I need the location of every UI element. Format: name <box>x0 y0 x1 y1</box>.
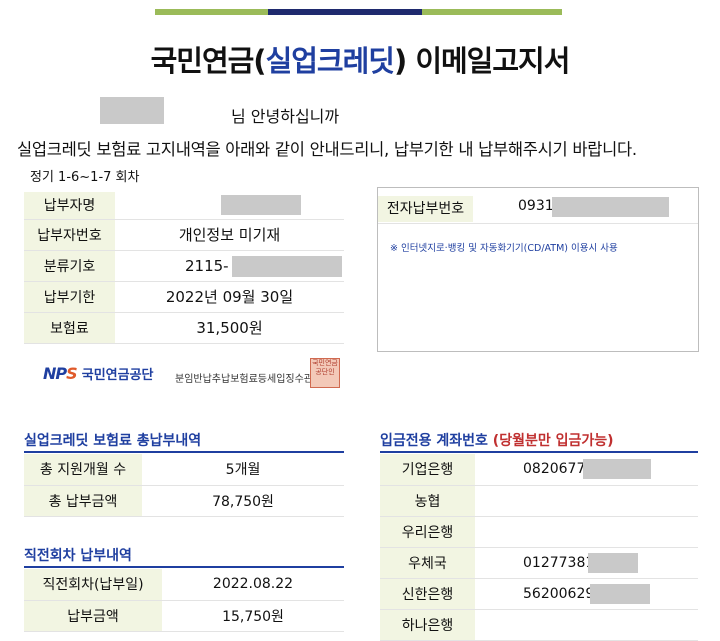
bank-name: 우체국 <box>380 547 475 579</box>
page-title: 국민연금(실업크레딧) 이메일고지서 <box>0 38 720 80</box>
previous-value: 15,750원 <box>162 600 344 632</box>
billing-label: 보험료 <box>24 312 115 344</box>
account-number <box>475 516 698 548</box>
redacted-account <box>588 552 638 573</box>
table-row: 보험료 31,500원 <box>24 312 344 344</box>
epay-box: 전자납부번호 0931 ※ 인터넷지로·뱅킹 및 자동화기기(CD/ATM) 이… <box>377 187 699 352</box>
billing-value: 2022년 09월 30일 <box>115 281 344 313</box>
table-row: 총 납부금액 78,750원 <box>24 485 344 517</box>
epay-value: 0931 <box>518 198 554 214</box>
billing-value: 2115- <box>185 256 229 275</box>
bank-name: 신한은행 <box>380 578 475 610</box>
table-row: 하나은행 <box>380 609 698 641</box>
table-row: 납부기한 2022년 09월 30일 <box>24 281 344 313</box>
previous-underline <box>24 566 344 568</box>
table-row: 기업은행 0820677 <box>380 454 698 486</box>
redacted-category-code <box>232 255 342 277</box>
billing-label: 분류기호 <box>24 250 115 282</box>
account-number: 01277381 <box>523 554 595 571</box>
collector-title: 분임반납추납보험료등세입징수관 <box>175 374 313 385</box>
account-number <box>475 609 698 641</box>
billing-value: 개인정보 미기재 <box>115 219 344 251</box>
billing-value: 31,500원 <box>115 312 344 344</box>
top-bar-navy <box>268 9 422 15</box>
table-row: 신한은행 56200629 <box>380 578 698 610</box>
total-label: 총 지원개월 수 <box>24 454 142 486</box>
billing-label: 납부자명 <box>24 192 115 220</box>
intro-text: 실업크레딧 보험료 고지내역을 아래와 같이 안내드리니, 납부기한 내 납부해… <box>17 140 637 159</box>
title-prefix: 국민연금( <box>150 44 267 78</box>
billing-label: 납부기한 <box>24 281 115 313</box>
bank-name: 우리은행 <box>380 516 475 548</box>
logo-letter-s: S <box>66 364 77 383</box>
epay-note: ※ 인터넷지로·뱅킹 및 자동화기기(CD/ATM) 이용시 사용 <box>390 243 618 254</box>
bank-name: 농협 <box>380 485 475 517</box>
deposit-title-note: (당월분만 입금가능) <box>492 433 614 449</box>
previous-label: 납부금액 <box>24 600 162 632</box>
total-label: 총 납부금액 <box>24 485 142 517</box>
greeting: 님 안녕하십니까 <box>231 107 340 126</box>
deposit-title-main: 입금전용 계좌번호 <box>380 433 493 449</box>
total-value: 5개월 <box>142 454 344 486</box>
redacted-payer-name <box>221 195 301 215</box>
billing-table: 납부자명 납부자번호 개인정보 미기재 분류기호 2115- 납부기한 2022… <box>24 192 344 344</box>
billing-label: 납부자번호 <box>24 219 115 251</box>
top-bar-green-right <box>422 9 562 15</box>
title-highlight: 실업크레딧 <box>265 44 395 78</box>
org-name: 국민연금공단 <box>81 368 154 383</box>
previous-label: 직전회차(납부일) <box>24 569 162 601</box>
total-table: 총 지원개월 수 5개월 총 납부금액 78,750원 <box>24 454 344 517</box>
deposit-title: 입금전용 계좌번호 (당월분만 입금가능) <box>380 430 614 450</box>
account-number <box>475 485 698 517</box>
bank-name: 하나은행 <box>380 609 475 641</box>
redacted-name <box>100 97 164 124</box>
title-suffix: ) 이메일고지서 <box>393 44 570 78</box>
logo-letter-p: P <box>55 364 67 383</box>
total-underline <box>24 451 344 453</box>
bank-name: 기업은행 <box>380 454 475 486</box>
table-row: 우체국 01277381 <box>380 547 698 579</box>
epay-label: 전자납부번호 <box>378 196 473 222</box>
total-value: 78,750원 <box>142 485 344 517</box>
redacted-account <box>583 459 651 479</box>
deposit-underline <box>380 451 698 453</box>
previous-title: 직전회차 납부내역 <box>24 548 132 564</box>
redacted-account <box>590 583 650 604</box>
total-title: 실업크레딧 보험료 총납부내역 <box>24 433 202 449</box>
table-row: 농협 <box>380 485 698 517</box>
table-row: 우리은행 <box>380 516 698 548</box>
account-number: 56200629 <box>523 585 595 602</box>
table-row: 분류기호 2115- <box>24 250 344 282</box>
table-row: 납부금액 15,750원 <box>24 600 344 632</box>
billing-round: 정기 1-6~1-7 회차 <box>30 170 140 185</box>
table-row: 직전회차(납부일) 2022.08.22 <box>24 569 344 601</box>
table-row: 납부자번호 개인정보 미기재 <box>24 219 344 251</box>
table-row: 납부자명 <box>24 192 344 220</box>
table-row: 총 지원개월 수 5개월 <box>24 454 344 486</box>
previous-value: 2022.08.22 <box>162 569 344 601</box>
previous-table: 직전회차(납부일) 2022.08.22 납부금액 15,750원 <box>24 569 344 632</box>
account-number: 0820677 <box>523 461 586 478</box>
official-seal: 국민연금공단인 <box>310 358 340 388</box>
nps-logo: NPS 국민연금공단 <box>43 364 154 383</box>
epay-divider <box>378 223 698 224</box>
redacted-epay-number <box>552 197 669 217</box>
top-bar-green-left <box>155 9 268 15</box>
deposit-table: 기업은행 0820677 농협 우리은행 우체국 01277381 신한은행 5… <box>380 454 698 641</box>
logo-letter-n: N <box>43 364 56 383</box>
